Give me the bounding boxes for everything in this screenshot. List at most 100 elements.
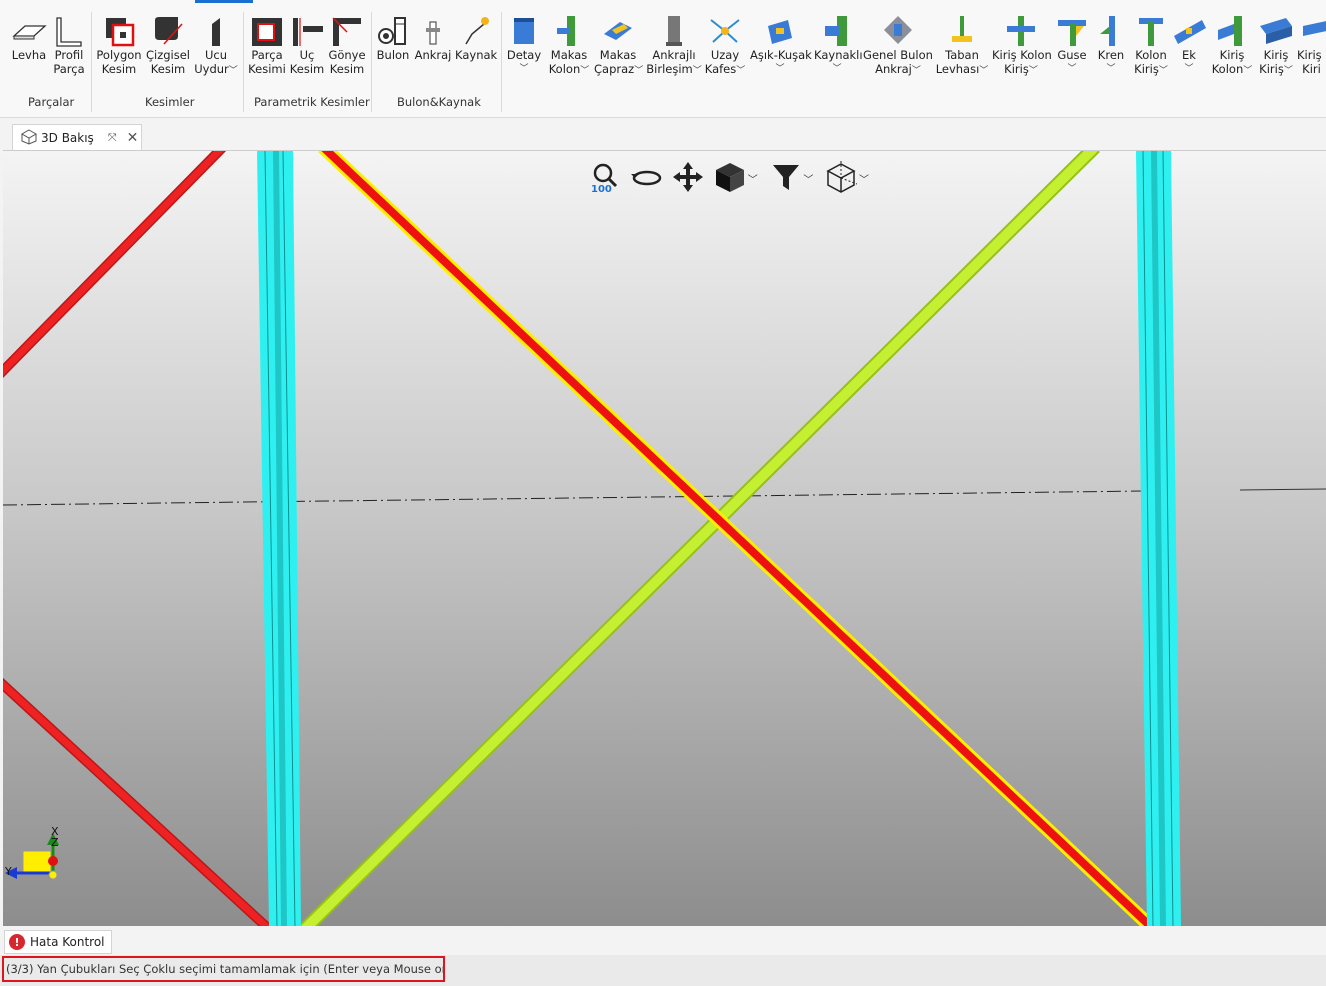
kaynakli-button[interactable]: Kaynaklı ﹀	[814, 14, 863, 76]
group-divider	[243, 12, 244, 112]
chevron-down-icon[interactable]: ﹀	[748, 171, 758, 186]
beam-column-icon	[1210, 14, 1254, 48]
tab-hata-kontrol[interactable]: ! Hata Kontrol	[4, 930, 112, 954]
bolt-icon	[375, 14, 411, 48]
pin-icon[interactable]: ⤧	[108, 131, 117, 145]
haunch-icon	[1054, 14, 1090, 48]
makas-capraz-button[interactable]: Makas Çapraz﹀	[594, 14, 643, 78]
chevron-down-icon: ﹀	[1106, 64, 1116, 74]
makas-kolon-button[interactable]: Makas Kolon﹀	[547, 14, 591, 78]
polygon-kesim-button[interactable]: Polygon Kesim	[96, 14, 142, 76]
chevron-down-icon: ﹀	[1283, 66, 1293, 76]
orbit-button[interactable]	[629, 158, 665, 198]
view-cube-button[interactable]	[712, 158, 748, 198]
gonye-kesim-button[interactable]: Gönye Kesim	[328, 14, 366, 76]
group-divider	[371, 12, 372, 112]
chevron-down-icon: ﹀	[519, 64, 529, 74]
group-label-parametrik: Parametrik Kesimler	[254, 95, 370, 109]
splice-icon	[1172, 14, 1206, 48]
space-frame-icon	[704, 14, 746, 48]
axis-gizmo: X Z Y	[3, 821, 73, 911]
crane-icon	[1094, 14, 1128, 48]
zoom-button[interactable]: 100	[587, 158, 623, 198]
anchor-icon	[414, 14, 452, 48]
asik-kusak-button[interactable]: Aşık-Kuşak ﹀	[750, 14, 812, 76]
kiris-kiris-button[interactable]: Kiriş Kiriş﹀	[1256, 14, 1296, 78]
chevron-down-icon[interactable]: ﹀	[803, 171, 813, 186]
axis-label-y: Y	[5, 865, 12, 878]
document-tab-strip: 3D Bakış ⤧ ✕	[0, 124, 1326, 151]
kiris-kolon-kiris-button[interactable]: Kiriş Kolon Kiriş﹀	[992, 14, 1052, 78]
kiris-more-button[interactable]: Kiriş l Kiri	[1297, 14, 1326, 76]
chevron-down-icon: ﹀	[228, 66, 238, 76]
ribbon: Levha Profil Parça Parçalar Polygon Kesi…	[0, 0, 1326, 118]
brace-red-upper-left[interactable]	[3, 151, 227, 381]
bulon-button[interactable]: Bulon	[375, 14, 411, 62]
detay-button[interactable]: Detay ﹀	[505, 14, 543, 76]
kaynak-button[interactable]: Kaynak	[455, 14, 497, 62]
chevron-down-icon: ﹀	[692, 66, 702, 76]
command-prompt: (3/3) Yan Çubukları Seç Çoklu seçimi tam…	[2, 956, 445, 982]
chevron-down-icon: ﹀	[832, 64, 842, 74]
chevron-down-icon: ﹀	[1158, 66, 1168, 76]
kiris-kolon-button[interactable]: Kiriş Kolon﹀	[1210, 14, 1254, 78]
miter-cut-icon	[328, 14, 366, 48]
angle-profile-icon	[50, 14, 88, 48]
tab-label: 3D Bakış	[41, 131, 94, 145]
purlin-icon	[750, 14, 810, 48]
detail-connection-icon	[505, 14, 543, 48]
levha-button[interactable]: Levha	[10, 14, 48, 62]
chevron-down-icon[interactable]: ﹀	[859, 171, 869, 186]
bottom-panel-tabs: ! Hata Kontrol	[0, 927, 1326, 955]
profil-parca-button[interactable]: Profil Parça	[50, 14, 88, 76]
filter-button[interactable]	[768, 158, 804, 198]
cube-3d-icon	[20, 128, 38, 148]
parca-kesimi-button[interactable]: Parça Kesimi	[248, 14, 286, 76]
chevron-down-icon: ﹀	[736, 66, 746, 76]
orbit-icon	[630, 162, 663, 195]
projection-button[interactable]	[823, 158, 859, 198]
pan-button[interactable]	[670, 158, 706, 198]
guse-button[interactable]: Guse ﹀	[1054, 14, 1090, 76]
close-icon[interactable]: ✕	[127, 130, 139, 146]
group-label-kesimler: Kesimler	[145, 95, 195, 109]
column-left[interactable]	[257, 151, 301, 926]
ucu-uydur-button[interactable]: Ucu Uydur﹀	[193, 14, 239, 78]
chevron-down-icon: ﹀	[1067, 64, 1077, 74]
funnel-icon	[771, 162, 801, 195]
beam-beam-icon	[1256, 14, 1296, 48]
cube-icon	[714, 161, 746, 196]
pan-arrows-icon	[672, 161, 704, 196]
truss-column-icon	[547, 14, 591, 48]
ankraj-button[interactable]: Ankraj	[414, 14, 452, 62]
brace-green-diagonal[interactable]	[298, 151, 1100, 926]
grid-axis-line-right	[1239, 488, 1326, 491]
truss-brace-icon	[594, 14, 642, 48]
group-label-bulon-kaynak: Bulon&Kaynak	[397, 95, 481, 109]
ek-button[interactable]: Ek ﹀	[1172, 14, 1206, 76]
column-beam-icon	[1131, 14, 1171, 48]
genel-bulon-ankraj-button[interactable]: Genel Bulon Ankraj﹀	[863, 14, 933, 78]
chevron-down-icon: ﹀	[1028, 66, 1038, 76]
base-plate-icon	[935, 14, 989, 48]
kren-button[interactable]: Kren ﹀	[1094, 14, 1128, 76]
chevron-down-icon: ﹀	[911, 66, 921, 76]
taban-levhasi-button[interactable]: Taban Levhası﹀	[935, 14, 989, 78]
anchored-joint-icon	[646, 14, 702, 48]
column-right[interactable]	[1136, 151, 1181, 926]
wireframe-cube-icon	[825, 160, 858, 196]
brace-red-diagonal-selected[interactable]	[318, 151, 1154, 926]
3d-viewport[interactable]: 100 ﹀ ﹀ ﹀ X Z Y	[3, 150, 1326, 926]
tab-3d-view[interactable]: 3D Bakış ⤧ ✕	[12, 124, 142, 151]
kolon-kiris-button[interactable]: Kolon Kiriş﹀	[1131, 14, 1171, 78]
uc-kesim-button[interactable]: Uç Kesim	[288, 14, 326, 76]
active-tab-indicator	[195, 0, 253, 3]
cizgisel-kesim-button[interactable]: Çizgisel Kesim	[145, 14, 191, 76]
grid-axis-line	[3, 490, 1144, 506]
view-toolbar: 100 ﹀ ﹀ ﹀	[583, 155, 873, 201]
zoom-level-text: 100	[591, 184, 612, 195]
chevron-down-icon: ﹀	[1243, 66, 1253, 76]
ankrajli-birlesim-button[interactable]: Ankrajlı Birleşim﹀	[646, 14, 702, 78]
model-scene	[3, 151, 1326, 926]
uzay-kafes-button[interactable]: Uzay Kafes﹀	[704, 14, 746, 78]
